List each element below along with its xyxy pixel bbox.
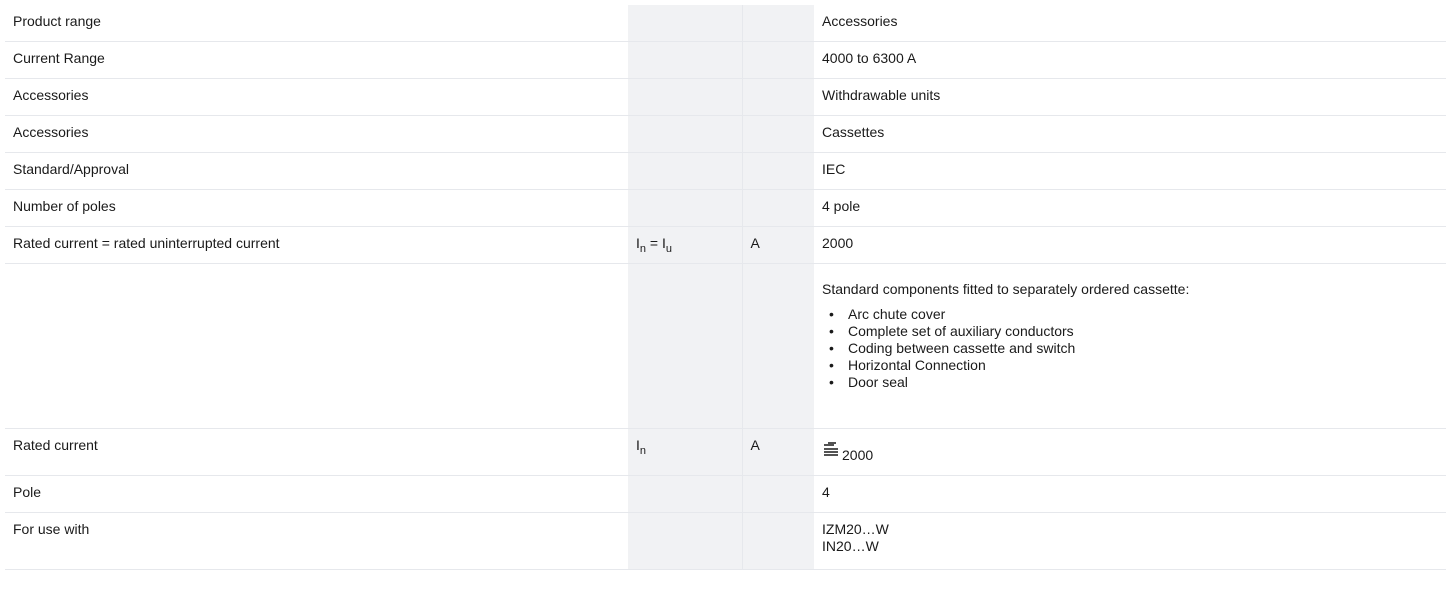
row-value: Cassettes [822, 124, 885, 140]
row-symbol: In = Iu [636, 235, 672, 255]
standard-components-note: Standard components fitted to separately… [814, 264, 1446, 399]
list-item: • Door seal [829, 374, 908, 390]
table-row: Current Range 4000 to 6300 A [5, 41, 1446, 79]
table-row: Rated current In A 2000 [5, 428, 1446, 476]
row-value: 4 pole [822, 198, 861, 214]
bullet-icon: • [829, 323, 834, 339]
bullet-icon: • [829, 306, 834, 322]
row-label: Accessories [13, 87, 89, 103]
row-label: Accessories [13, 124, 89, 140]
compatible-model: IN20…W [822, 538, 879, 554]
row-label: Number of poles [13, 198, 116, 214]
row-label: Current Range [13, 50, 105, 66]
row-value: IEC [822, 161, 846, 177]
row-label: Product range [13, 13, 101, 29]
row-label: Standard/Approval [13, 161, 129, 177]
row-value: 4 [822, 484, 830, 500]
row-value: Accessories [822, 13, 898, 29]
row-value: 4000 to 6300 A [822, 50, 917, 66]
table-row: Product range Accessories [5, 5, 1446, 42]
bullet-icon: • [829, 357, 834, 373]
row-label: Pole [13, 484, 42, 500]
table-row: Accessories Cassettes [5, 115, 1446, 153]
spec-table-container: Product range Accessories Current Range … [5, 5, 1446, 570]
row-label: Rated current [13, 437, 98, 453]
table-row: For use with IZM20…W IN20…W [5, 512, 1446, 570]
row-unit: A [750, 235, 760, 251]
table-row: Pole 4 [5, 475, 1446, 513]
note-intro: Standard components fitted to separately… [822, 281, 1190, 297]
row-value: IZM20…W IN20…W [814, 513, 1446, 563]
rated-current-symbol-icon [824, 442, 838, 456]
row-label: For use with [13, 521, 90, 537]
compatible-model: IZM20…W [822, 521, 889, 537]
bullet-icon: • [829, 340, 834, 356]
list-item: • Complete set of auxiliary conductors [829, 323, 1074, 339]
row-unit: A [750, 437, 760, 453]
component-list: • Arc chute cover • Complete set of auxili… [822, 306, 1438, 391]
table-row: Number of poles 4 pole [5, 189, 1446, 227]
list-item: • Arc chute cover [829, 306, 946, 322]
table-row: Accessories Withdrawable units [5, 78, 1446, 116]
row-value: Withdrawable units [822, 87, 941, 103]
row-value: 2000 [822, 235, 854, 251]
row-value: 2000 [814, 429, 1446, 472]
table-row: Standard/Approval IEC [5, 152, 1446, 190]
table-row-note: Standard components fitted to separately… [5, 263, 1446, 429]
row-label: Rated current = rated uninterrupted curr… [13, 235, 280, 251]
table-row: Rated current = rated uninterrupted curr… [5, 226, 1446, 264]
spec-table: Product range Accessories Current Range … [5, 5, 1446, 570]
row-symbol: In [636, 437, 647, 457]
bullet-icon: • [829, 374, 834, 390]
list-item: • Horizontal Connection [829, 357, 986, 373]
list-item: • Coding between cassette and switch [829, 340, 1076, 356]
